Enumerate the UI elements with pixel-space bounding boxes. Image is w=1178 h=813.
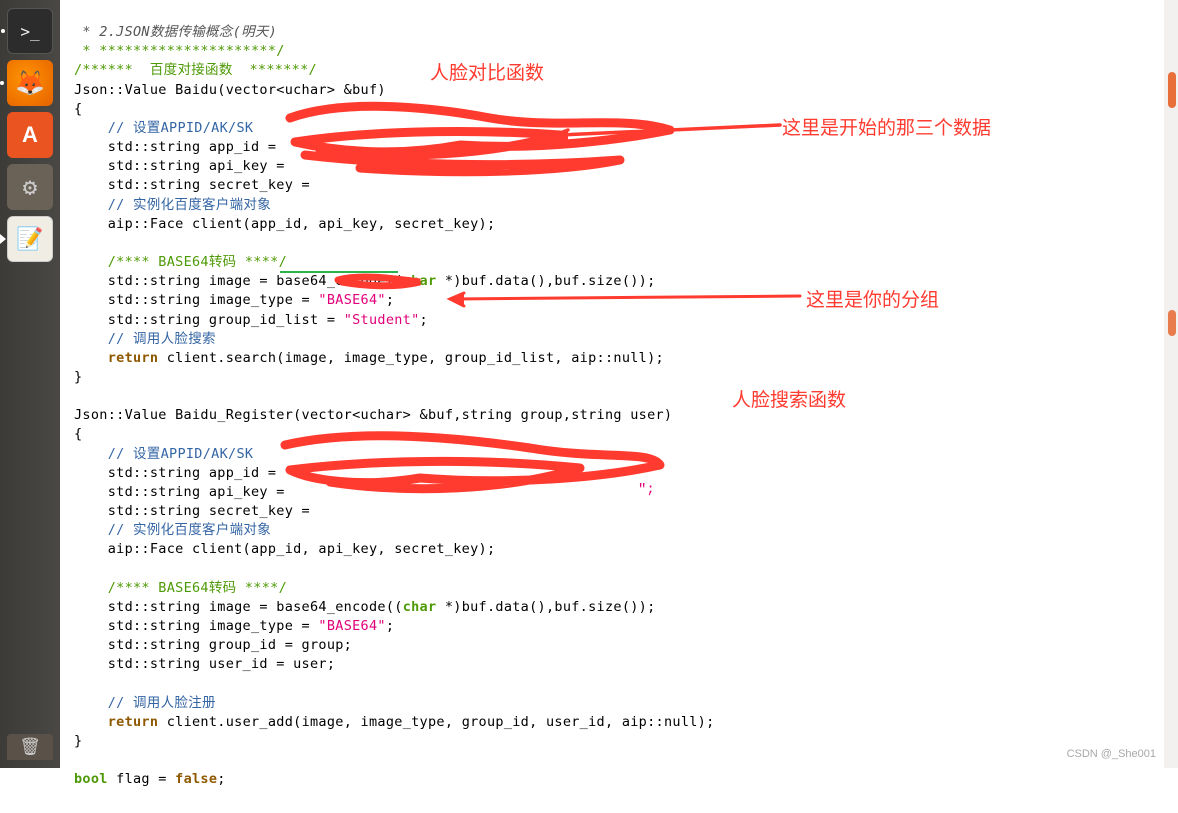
code-line: std::string user_id = user; [74, 656, 335, 672]
annotation-label: 这里是你的分组 [806, 285, 939, 312]
code-line: } [74, 369, 82, 385]
code-line: std::string secret_key = [74, 503, 318, 519]
code-line: } [74, 733, 82, 749]
code-line: // 设置APPID/AK/SK [74, 446, 253, 462]
scrollbar-thumb[interactable] [1168, 72, 1176, 108]
watermark-text: CSDN @_She001 [1067, 748, 1156, 760]
annotation-label: 人脸搜索函数 [732, 385, 846, 412]
vertical-scrollbar[interactable] [1164, 0, 1178, 768]
code-line: Json::Value Baidu(vector<uchar> &buf) [74, 82, 386, 98]
code-line: /**** BASE64转码 ****/ [74, 580, 287, 596]
ubuntu-launcher [0, 0, 60, 768]
launcher-settings-icon[interactable] [7, 164, 53, 210]
code-editor: * 2.JSON数据传输概念(明天) * *******************… [60, 0, 1178, 768]
code-line: std::string group_id = group; [74, 637, 352, 653]
code-line: // 实例化百度客户端对象 [74, 197, 271, 213]
code-line: std::string secret_key = [74, 177, 318, 193]
annotation-label: 人脸对比函数 [430, 58, 544, 85]
code-line: std::string image_type = "BASE64"; [74, 618, 394, 634]
code-line: return client.search(image, image_type, … [74, 350, 664, 366]
code-line: std::string api_key = [74, 484, 293, 500]
code-line: return client.user_add(image, image_type… [74, 714, 715, 730]
code-line: aip::Face client(app_id, api_key, secret… [74, 541, 495, 557]
launcher-terminal-icon[interactable] [7, 8, 53, 54]
code-line: // 调用人脸注册 [74, 695, 216, 711]
code-content[interactable]: * 2.JSON数据传输概念(明天) * *******************… [60, 0, 1178, 813]
code-line: { [74, 426, 82, 442]
launcher-firefox-icon[interactable] [7, 60, 53, 106]
code-line: /**** BASE64转码 ****/ [74, 254, 287, 270]
code-line: std::string app_id = [74, 139, 285, 155]
code-line: std::string app_id = [74, 465, 285, 481]
launcher-trash-icon[interactable] [7, 734, 53, 760]
code-line: /****** 百度对接函数 *******/ [74, 62, 317, 78]
code-line: * *********************/ [74, 43, 285, 59]
code-line: // 实例化百度客户端对象 [74, 522, 271, 538]
annotation-label: 这里是开始的那三个数据 [782, 113, 991, 140]
launcher-text-editor-icon[interactable] [7, 216, 53, 262]
code-line: // 设置APPID/AK/SK [74, 120, 253, 136]
code-line: Json::Value Baidu_Register(vector<uchar>… [74, 407, 672, 423]
code-line: std::string group_id_list = "Student"; [74, 312, 428, 328]
launcher-software-center-icon[interactable] [7, 112, 53, 158]
code-line: std::string api_key = [74, 158, 293, 174]
code-line: * 2.JSON数据传输概念(明天) [74, 24, 277, 40]
code-line: std::string image = base64_encode((char … [74, 273, 656, 289]
code-line: std::string image_type = "BASE64"; [74, 292, 394, 308]
code-line: std::string image = base64_encode((char … [74, 599, 656, 615]
code-line: bool flag = false; [74, 771, 226, 787]
scrollbar-thumb[interactable] [1168, 310, 1176, 336]
code-line: // 调用人脸搜索 [74, 331, 216, 347]
code-line: aip::Face client(app_id, api_key, secret… [74, 216, 495, 232]
code-line: { [74, 101, 82, 117]
